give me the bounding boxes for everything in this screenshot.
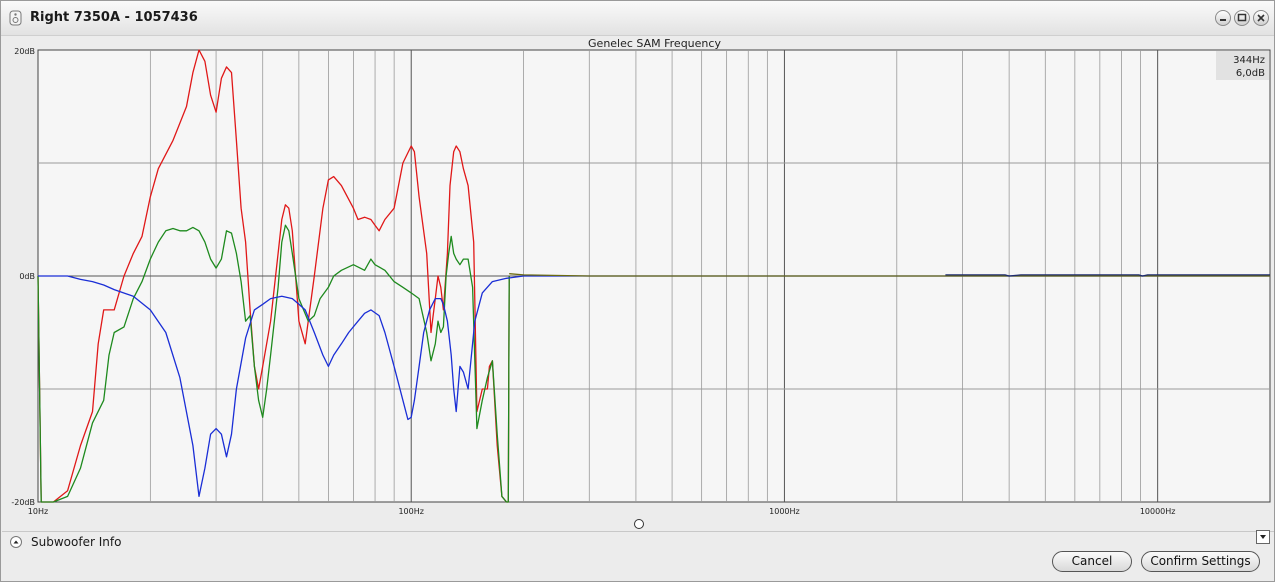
maximize-button[interactable] <box>1234 10 1250 26</box>
main-window: Right 7350A - 1057436 Genelec SAM Freque… <box>0 0 1275 582</box>
frequency-chart[interactable]: Genelec SAM Frequency 20dB 0dB -20dB10Hz 100… <box>2 36 1274 516</box>
minimize-icon <box>1220 19 1226 21</box>
confirm-settings-button[interactable]: Confirm Settings <box>1141 551 1260 572</box>
cursor-level: 6,0dB <box>1236 68 1265 79</box>
x-tick-label: 10Hz <box>28 507 48 516</box>
frequency-chart-panel: Genelec SAM Frequency 20dB 0dB -20dB 10Hz 100… <box>2 36 1274 529</box>
x-tick-label: 100Hz <box>398 507 423 516</box>
close-button[interactable] <box>1253 10 1269 26</box>
chart-slider-handle[interactable] <box>634 519 644 529</box>
x-tick-label: 10000Hz <box>1140 507 1176 516</box>
close-icon <box>1257 14 1265 22</box>
dropdown-button[interactable] <box>1256 530 1270 544</box>
cancel-button[interactable]: Cancel <box>1052 551 1132 572</box>
cursor-frequency: 344Hz <box>1233 55 1265 66</box>
y-tick-label: -20dB <box>11 498 35 507</box>
title-bar[interactable]: Right 7350A - 1057436 <box>1 1 1274 36</box>
y-tick-label: 20dB <box>14 47 35 56</box>
y-tick-label: 0dB <box>19 272 35 281</box>
minimize-button[interactable] <box>1215 10 1231 26</box>
window-title: Right 7350A - 1057436 <box>30 10 198 25</box>
chevron-down-icon <box>1260 535 1266 539</box>
maximize-icon <box>1237 13 1247 22</box>
x-tick-label: 1000Hz <box>769 507 800 516</box>
chart-title: Genelec SAM Frequency <box>588 37 721 50</box>
subwoofer-info-label: Subwoofer Info <box>31 535 122 549</box>
speaker-icon <box>9 10 22 26</box>
expand-up-icon <box>10 536 22 548</box>
bottom-panel: Subwoofer Info Cancel Confirm Settings <box>2 530 1274 581</box>
